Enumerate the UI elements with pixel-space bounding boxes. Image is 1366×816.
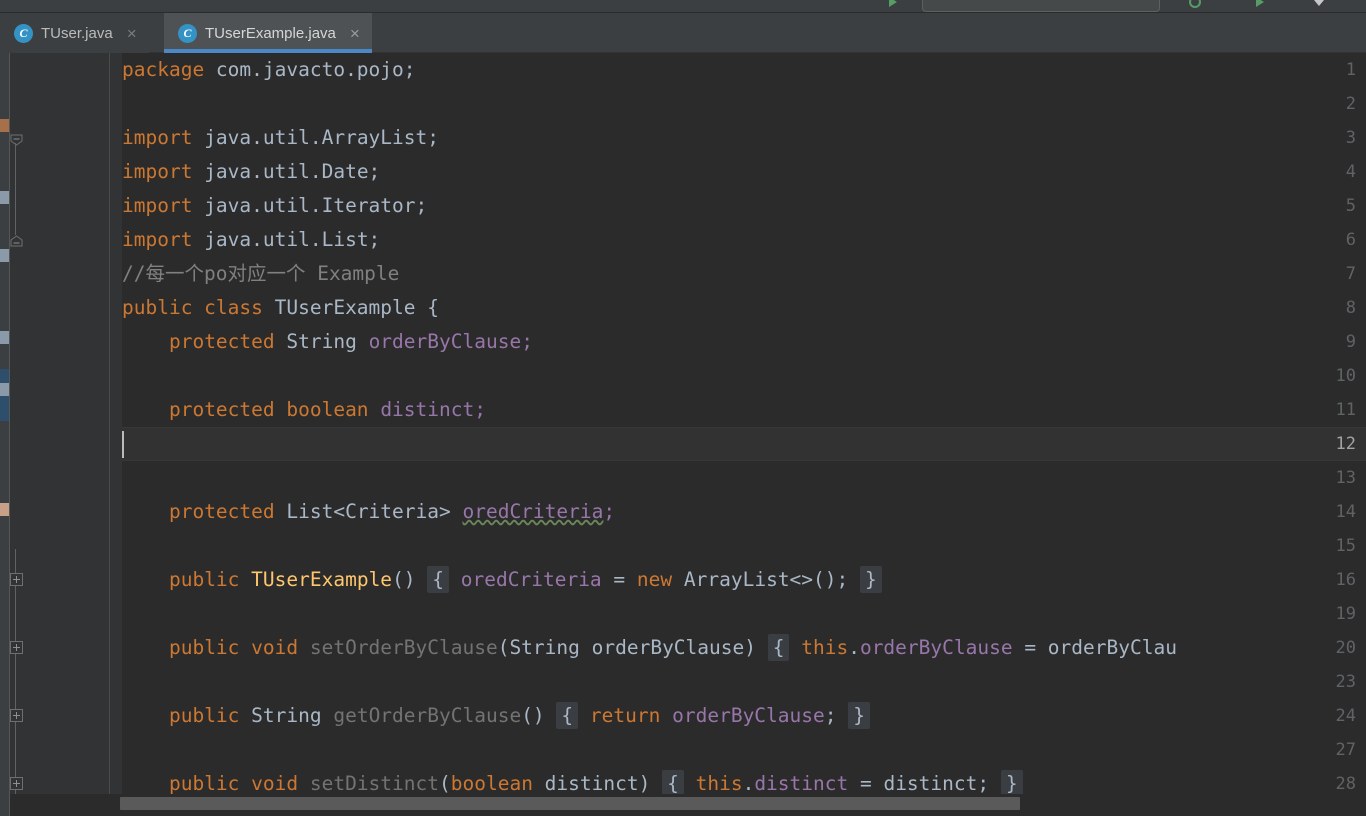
debug-icon[interactable] [1252, 0, 1266, 8]
line-number: 16 [1335, 570, 1356, 590]
java-class-icon: C [178, 23, 197, 43]
code-line[interactable]: package com.javacto.pojo; [122, 53, 416, 87]
line-number: 3 [1345, 128, 1356, 148]
close-icon[interactable]: × [127, 25, 137, 42]
line-number: 10 [1335, 366, 1356, 386]
tree-node-chip [0, 503, 9, 516]
line-number: 24 [1335, 706, 1356, 726]
fold-connector-line [15, 586, 16, 641]
line-number: 12 [1335, 434, 1356, 454]
line-number: 2 [1345, 94, 1356, 114]
line-number: 6 [1345, 230, 1356, 250]
line-number: 9 [1345, 332, 1356, 352]
code-line[interactable]: public void setOrderByClause(String orde… [122, 631, 1177, 665]
fold-connector-line [15, 654, 16, 709]
java-class-icon: C [14, 23, 33, 43]
editor-tab-bar: C TUser.java × C TUserExample.java × [0, 13, 1366, 53]
code-line[interactable]: protected String orderByClause; [122, 325, 533, 359]
line-number: 15 [1335, 536, 1356, 556]
line-number: 20 [1335, 638, 1356, 658]
code-line[interactable]: public class TUserExample { [122, 291, 439, 325]
dropdown-chevron-icon[interactable] [1312, 0, 1326, 8]
fold-connector-line [15, 549, 16, 573]
editor-tab-label: TUser.java [41, 24, 113, 42]
editor-tab-tuserexample[interactable]: C TUserExample.java × [164, 13, 372, 53]
fold-region-end-icon[interactable] [10, 233, 23, 247]
line-number: 11 [1335, 400, 1356, 420]
horizontal-scrollbar-thumb[interactable] [120, 797, 1020, 810]
editor-tab-label: TUserExample.java [205, 24, 336, 42]
code-line[interactable]: public TUserExample() { oredCriteria = n… [122, 563, 882, 597]
line-number: 14 [1335, 502, 1356, 522]
line-number: 13 [1335, 468, 1356, 488]
editor-tab-tuser[interactable]: C TUser.java × [0, 13, 149, 53]
tree-node-chip [0, 383, 9, 396]
editor-fold-gutter[interactable] [110, 53, 122, 816]
horizontal-scrollbar-track[interactable] [10, 794, 1366, 816]
code-line[interactable]: protected List<Criteria> oredCriteria; [122, 495, 615, 529]
close-icon[interactable]: × [350, 25, 360, 42]
code-line[interactable]: import java.util.Date; [122, 155, 380, 189]
line-number: 5 [1345, 196, 1356, 216]
main-toolbar [0, 0, 1366, 13]
line-number: 19 [1335, 604, 1356, 624]
tree-node-chip [0, 119, 9, 132]
code-line[interactable]: public String getOrderByClause() { retur… [122, 699, 870, 733]
project-tool-window-sliver[interactable] [0, 53, 10, 816]
tree-node-chip [0, 249, 9, 262]
current-line-highlight [10, 427, 1366, 461]
code-line[interactable]: protected boolean distinct; [122, 393, 486, 427]
code-line[interactable]: import java.util.Iterator; [122, 189, 427, 223]
line-number: 8 [1345, 298, 1356, 318]
line-number: 27 [1335, 740, 1356, 760]
fold-expand-plus-icon[interactable] [10, 709, 23, 722]
fold-region-start-icon[interactable] [10, 131, 23, 146]
line-number: 4 [1345, 162, 1356, 182]
fold-expand-plus-icon[interactable] [10, 641, 23, 654]
line-number: 7 [1345, 264, 1356, 284]
line-number: 1 [1345, 60, 1356, 80]
text-caret [122, 431, 124, 458]
fold-connector-line [15, 722, 16, 777]
fold-expand-plus-icon[interactable] [10, 777, 23, 790]
search-everywhere-field[interactable] [922, 0, 1160, 12]
code-line[interactable]: import java.util.List; [122, 223, 380, 257]
code-line[interactable]: import java.util.ArrayList; [122, 121, 439, 155]
fold-expand-plus-icon[interactable] [10, 573, 23, 586]
run-icon[interactable] [885, 0, 899, 8]
tree-node-chip [0, 191, 9, 204]
run-configuration-icon[interactable] [1188, 0, 1202, 8]
code-editor[interactable]: 1234567891011121314151619202324272831 pa… [10, 53, 1366, 816]
tree-node-chip [0, 331, 9, 344]
line-number: 23 [1335, 672, 1356, 692]
code-line[interactable]: //每一个po对应一个 Example [122, 257, 399, 291]
editor-gutter[interactable] [10, 53, 110, 816]
fold-connector-line [15, 143, 16, 235]
